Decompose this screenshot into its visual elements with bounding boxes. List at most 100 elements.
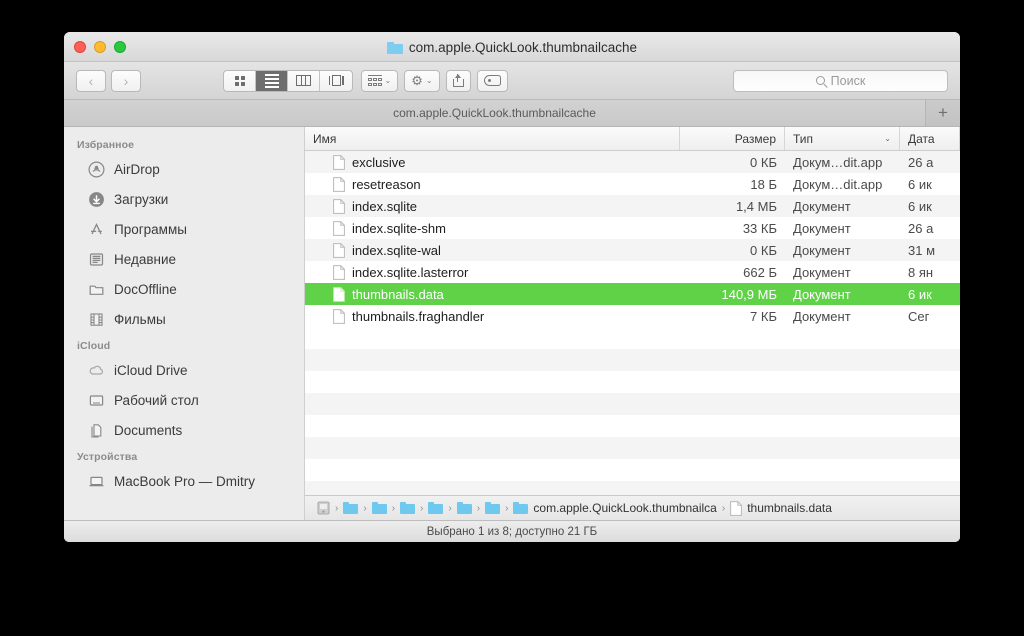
sidebar-item-downloads[interactable]: Загрузки — [64, 184, 304, 214]
file-date-cell: 6 ик — [908, 286, 932, 302]
column-header-label: Тип — [793, 131, 814, 146]
file-name-cell: index.sqlite-shm — [305, 221, 680, 236]
cloud-icon — [88, 362, 105, 379]
toolbar: ‹ › ⌄ ⚙ ⌄ Поиск — [64, 62, 960, 100]
table-row[interactable]: exclusive 0 КБ Докум…dit.app 26 а — [305, 151, 960, 173]
folder-icon — [88, 281, 105, 298]
column-header-size[interactable]: Размер — [680, 127, 785, 150]
column-header-name[interactable]: Имя — [305, 127, 680, 150]
path-separator: › — [391, 502, 396, 514]
arrange-icon — [368, 74, 382, 87]
sidebar-section-icloud-title: iCloud — [77, 340, 111, 352]
folder-icon — [343, 502, 359, 514]
path-label: thumbnails.data — [747, 501, 832, 515]
path-item[interactable]: com.apple.QuickLook.thumbnailca — [513, 501, 717, 515]
sidebar-item-label: MacBook Pro — Dmitry — [114, 473, 256, 489]
column-header-label: Имя — [313, 131, 337, 146]
file-type-cell: Докум…dit.app — [793, 154, 883, 170]
path-item[interactable]: thumbnails.data — [730, 500, 832, 516]
sidebar-item-desktop[interactable]: Рабочий стол — [64, 385, 304, 415]
file-name: exclusive — [352, 154, 406, 170]
arrange-button[interactable]: ⌄ — [361, 69, 399, 92]
chevron-down-icon: ⌄ — [425, 75, 433, 85]
folder-icon — [400, 502, 416, 514]
forward-button[interactable]: › — [111, 69, 141, 92]
table-row[interactable]: thumbnails.data 140,9 МБ Документ 6 ик — [305, 283, 960, 305]
path-separator: › — [448, 502, 452, 514]
sidebar-item-movies[interactable]: Фильмы — [64, 304, 304, 334]
file-size-cell: 18 Б — [750, 176, 777, 192]
new-tab-button[interactable]: + — [926, 100, 960, 126]
empty-row — [305, 415, 960, 437]
column-header-date[interactable]: Дата — [900, 127, 960, 150]
tab-active[interactable]: com.apple.QuickLook.thumbnailcache — [64, 100, 926, 126]
icon-view-button[interactable] — [224, 70, 256, 91]
file-size-cell: 7 КБ — [750, 308, 777, 324]
table-row[interactable]: index.sqlite 1,4 МБ Документ 6 ик — [305, 195, 960, 217]
sidebar-item-airdrop[interactable]: AirDrop — [64, 154, 304, 184]
chevron-down-icon: ⌄ — [884, 134, 891, 143]
path-label: com.apple.QuickLook.thumbnailca — [533, 501, 717, 515]
file-size-cell: 0 КБ — [750, 154, 777, 170]
path-separator: › — [363, 502, 367, 514]
sidebar-item-applications[interactable]: Программы — [64, 214, 304, 244]
path-separator: › — [420, 502, 424, 514]
column-header-label: Размер — [734, 131, 776, 146]
path-item[interactable] — [317, 501, 330, 515]
coverflow-icon — [328, 75, 344, 86]
back-button[interactable]: ‹ — [76, 69, 106, 92]
file-size-cell: 33 КБ — [742, 220, 777, 236]
table-row[interactable]: index.sqlite.lasterror 662 Б Документ 8 ян — [305, 261, 960, 283]
status-text: Выбрано 1 из 8; доступно 21 ГБ — [426, 525, 598, 538]
sidebar-item-label: Программы — [114, 221, 187, 237]
plus-icon: + — [938, 103, 948, 122]
path-item[interactable] — [428, 502, 444, 514]
document-icon — [333, 198, 345, 214]
action-button[interactable]: ⚙ ⌄ — [404, 69, 440, 92]
document-icon — [333, 220, 345, 236]
path-bar: › › › › › › › com.apple.QuickLook.thumbnailca › t… — [305, 495, 960, 520]
empty-row — [305, 481, 960, 495]
empty-row — [305, 393, 960, 415]
table-row[interactable]: index.sqlite-wal 0 КБ Документ 31 м — [305, 239, 960, 261]
column-view-button[interactable] — [288, 70, 320, 91]
path-item[interactable] — [456, 502, 472, 514]
share-button[interactable] — [445, 69, 471, 92]
file-name-cell: index.sqlite.lasterror — [305, 265, 680, 280]
sidebar-item-icloud-drive[interactable]: iCloud Drive — [64, 355, 304, 385]
table-row[interactable]: resetreason 18 Б Докум…dit.app 6 ик — [305, 173, 960, 195]
tag-button[interactable] — [476, 69, 508, 92]
file-date-cell: 6 ик — [908, 198, 932, 214]
gear-icon: ⚙ — [411, 73, 423, 88]
applications-icon — [88, 221, 105, 238]
path-item[interactable] — [400, 502, 416, 514]
navigation-buttons: ‹ › — [76, 69, 141, 92]
file-name: index.sqlite.lasterror — [352, 264, 469, 280]
chevron-left-icon: ‹ — [88, 72, 94, 89]
path-item[interactable] — [485, 502, 501, 514]
sidebar-item-docoffline[interactable]: DocOffline — [64, 274, 304, 304]
list-view-button[interactable] — [256, 70, 288, 91]
file-size-cell: 662 Б — [743, 264, 777, 280]
file-name-cell: thumbnails.fraghandler — [305, 309, 680, 324]
file-date-cell: 31 м — [908, 242, 936, 258]
sidebar-item-documents[interactable]: Documents — [64, 415, 304, 445]
table-row[interactable]: thumbnails.fraghandler 7 КБ Документ Сег — [305, 305, 960, 327]
gallery-view-button[interactable] — [320, 71, 352, 91]
path-separator: › — [721, 502, 726, 514]
column-header-type[interactable]: Тип ⌄ — [785, 127, 900, 150]
drive-icon — [317, 501, 330, 515]
search-placeholder: Поиск — [830, 73, 866, 88]
document-icon — [333, 286, 345, 302]
finder-window: com.apple.QuickLook.thumbnailcache ‹ › ⌄… — [64, 32, 960, 542]
empty-row — [305, 437, 960, 459]
file-list: Имя Размер Тип ⌄ Дата exclusive 0 КБ Докум… — [305, 127, 960, 520]
chevron-right-icon: › — [123, 72, 129, 89]
sidebar-item-recents[interactable]: Недавние — [64, 244, 304, 274]
path-item[interactable] — [343, 502, 359, 514]
sidebar-item-macbook-pro[interactable]: MacBook Pro — Dmitry — [64, 466, 304, 496]
file-type-cell: Документ — [793, 308, 851, 324]
path-item[interactable] — [371, 502, 387, 514]
table-row[interactable]: index.sqlite-shm 33 КБ Документ 26 а — [305, 217, 960, 239]
search-field[interactable]: Поиск — [733, 69, 948, 92]
